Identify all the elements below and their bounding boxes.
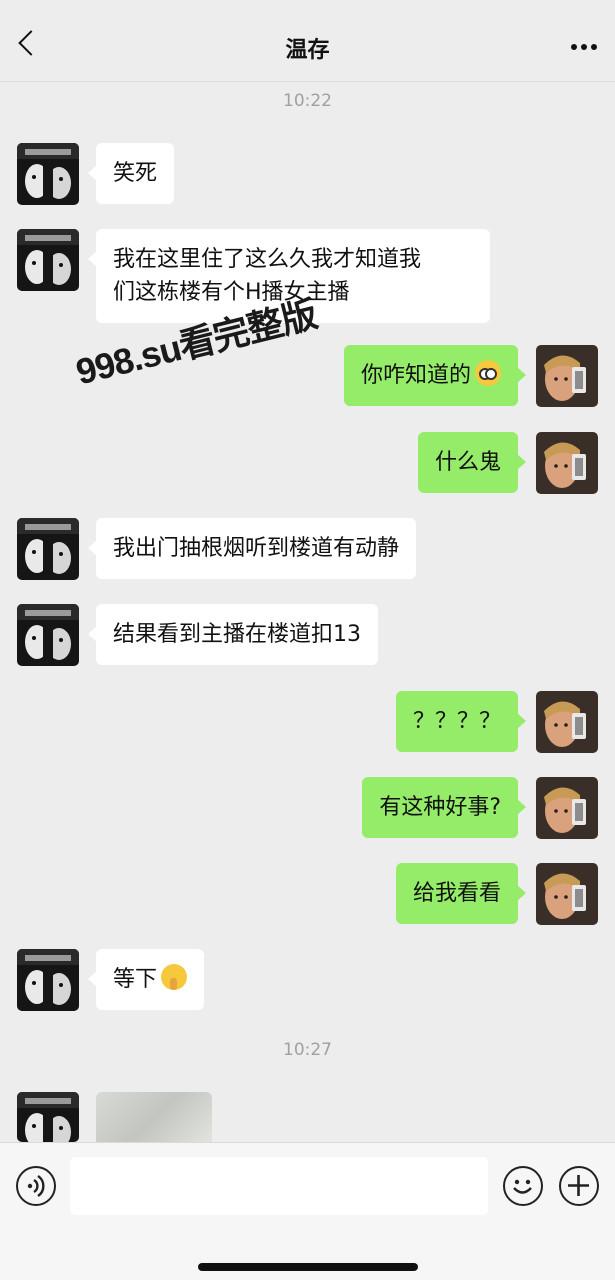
image-message-thumbnail[interactable] bbox=[96, 1092, 212, 1144]
received-message-bubble[interactable]: 结果看到主播在楼道扣13 bbox=[88, 604, 378, 665]
sent-message-bubble[interactable]: 什么鬼 bbox=[417, 432, 527, 493]
message-text: 我在这里住了这么久我才知道我 bbox=[113, 247, 422, 272]
sent-message-bubble[interactable]: ？？？？ bbox=[395, 691, 527, 752]
home-indicator bbox=[198, 1263, 418, 1271]
sent-message-bubble[interactable]: 有这种好事? bbox=[362, 777, 526, 838]
sent-message-bubble[interactable]: 你咋知道的 bbox=[343, 345, 527, 406]
more-horizontal-icon[interactable] bbox=[571, 44, 597, 50]
message-input[interactable] bbox=[70, 1157, 488, 1215]
message-text: 什么鬼 bbox=[434, 450, 501, 475]
timestamp: 10:27 bbox=[283, 1040, 332, 1060]
message-text: ？？？？ bbox=[412, 709, 501, 734]
shushing-face-icon bbox=[161, 964, 188, 990]
contact-avatar[interactable] bbox=[17, 143, 79, 205]
contact-avatar[interactable] bbox=[17, 229, 79, 291]
message-text: 笑死 bbox=[113, 161, 158, 186]
message-text: 有这种好事? bbox=[379, 795, 501, 820]
message-text: 结果看到主播在楼道扣13 bbox=[113, 622, 361, 647]
contact-avatar[interactable] bbox=[17, 1092, 79, 1142]
user-avatar[interactable] bbox=[536, 777, 598, 839]
message-text: 给我看看 bbox=[412, 881, 501, 906]
message-composer bbox=[0, 1142, 615, 1280]
user-avatar[interactable] bbox=[536, 432, 598, 494]
chat-title: 温存 bbox=[285, 38, 330, 63]
contact-avatar[interactable] bbox=[17, 949, 79, 1011]
user-avatar[interactable] bbox=[536, 345, 598, 407]
voice-icon[interactable] bbox=[16, 1166, 56, 1206]
message-text: 你咋知道的 bbox=[360, 363, 471, 388]
chat-header: 温存 bbox=[0, 0, 615, 82]
timestamp: 10:22 bbox=[283, 91, 332, 111]
user-avatar[interactable] bbox=[536, 691, 598, 753]
received-message-bubble[interactable]: 笑死 bbox=[87, 143, 175, 204]
received-message-bubble[interactable]: 我出门抽根烟听到楼道有动静 bbox=[87, 518, 417, 579]
message-text: 等下 bbox=[113, 967, 158, 992]
received-message-bubble[interactable]: 等下 bbox=[87, 949, 205, 1010]
contact-avatar[interactable] bbox=[17, 518, 79, 580]
user-avatar[interactable] bbox=[536, 863, 598, 925]
plus-icon[interactable] bbox=[559, 1166, 599, 1206]
sent-message-bubble[interactable]: 给我看看 bbox=[395, 863, 527, 924]
emoji-icon[interactable] bbox=[503, 1166, 543, 1206]
message-text: 我出门抽根烟听到楼道有动静 bbox=[113, 536, 400, 561]
contact-avatar[interactable] bbox=[17, 604, 79, 666]
flushed-face-icon bbox=[475, 360, 501, 386]
